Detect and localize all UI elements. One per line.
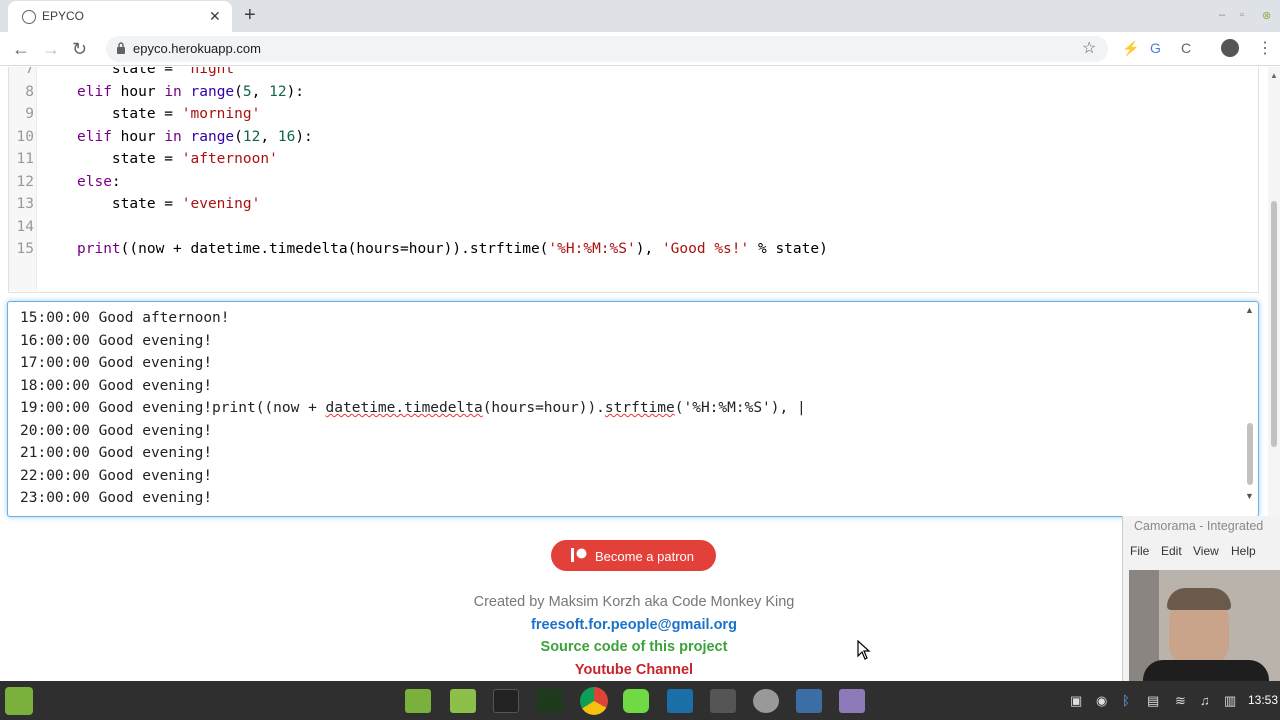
reload-icon[interactable]: ↻ bbox=[72, 38, 87, 60]
bluetooth-icon[interactable]: ᛒ bbox=[1122, 693, 1130, 708]
chrome-icon[interactable] bbox=[580, 687, 608, 715]
patreon-icon bbox=[571, 548, 587, 562]
output-console[interactable]: 15:00:00 Good afternoon! 16:00:00 Good ev… bbox=[7, 301, 1259, 517]
profile-avatar[interactable] bbox=[1221, 39, 1239, 57]
terminal-icon[interactable] bbox=[493, 689, 519, 713]
extension-bolt-icon[interactable]: ⚡ bbox=[1122, 40, 1139, 57]
patron-label: Become a patron bbox=[595, 549, 695, 564]
scroll-down-icon[interactable]: ▼ bbox=[1245, 491, 1254, 501]
output-line: 19:00:00 Good evening!print((now + datet… bbox=[20, 400, 806, 416]
output-scrollbar[interactable]: ▲ ▼ bbox=[1243, 303, 1257, 515]
wifi-icon[interactable]: ≋ bbox=[1175, 693, 1186, 709]
output-line: 18:00:00 Good evening! bbox=[20, 377, 213, 394]
code-text[interactable]: else: bbox=[77, 171, 121, 193]
camorama-menu-help[interactable]: Help bbox=[1231, 544, 1256, 558]
clipboard-icon[interactable]: ▥ bbox=[1224, 693, 1236, 709]
home-folder-icon[interactable] bbox=[450, 689, 476, 713]
camorama-window[interactable]: Camorama - Integrated File Edit View Hel… bbox=[1122, 516, 1280, 681]
code-text[interactable]: state = 'evening' bbox=[77, 193, 260, 215]
translate-icon[interactable]: G bbox=[1150, 40, 1161, 56]
line-number: 12 bbox=[16, 173, 34, 190]
code-editor-app-icon[interactable] bbox=[667, 689, 693, 713]
output-line: 16:00:00 Good evening! bbox=[20, 332, 213, 349]
camera-tray-icon[interactable]: ▣ bbox=[1070, 693, 1082, 709]
scroll-up-icon[interactable]: ▲ bbox=[1245, 305, 1254, 315]
url-text: epyco.herokuapp.com bbox=[133, 41, 261, 56]
page-scroll-thumb[interactable] bbox=[1271, 201, 1277, 447]
camorama-menu-edit[interactable]: Edit bbox=[1161, 544, 1182, 558]
lock-icon bbox=[117, 42, 125, 54]
youtube-channel-link[interactable]: Youtube Channel bbox=[0, 662, 1268, 678]
output-line: 20:00:00 Good evening! bbox=[20, 422, 213, 439]
output-line: 17:00:00 Good evening! bbox=[20, 355, 213, 371]
line-number: 15 bbox=[16, 241, 34, 257]
files-folder-icon[interactable] bbox=[405, 689, 431, 713]
new-tab-button[interactable]: + bbox=[244, 4, 256, 26]
clock: 13:53 bbox=[1248, 693, 1279, 707]
code-text[interactable]: elif hour in range(5, 12): bbox=[77, 81, 304, 103]
keyboard-layout-flag-icon[interactable]: ▤ bbox=[1147, 693, 1159, 709]
tab-strip: EPYCO ✕ + – ▫ ⊗ bbox=[0, 0, 1280, 32]
code-editor[interactable]: 7 state = 'night' 8 elif hour in range(5, … bbox=[8, 67, 1259, 293]
email-link[interactable]: freesoft.for.people@gmail.org bbox=[0, 617, 1268, 633]
become-patron-button[interactable]: Become a patron bbox=[551, 540, 716, 571]
output-line: 23:00:00 Good evening! bbox=[20, 490, 213, 506]
mouse-cursor-icon bbox=[857, 640, 871, 660]
extension-icon[interactable]: C bbox=[1181, 40, 1191, 56]
minimize-icon[interactable]: – bbox=[1219, 9, 1225, 21]
window-close-icon[interactable]: ⊗ bbox=[1262, 9, 1271, 22]
page-content: 7 state = 'night' 8 elif hour in range(5, … bbox=[0, 67, 1268, 681]
code-text[interactable]: print((now + datetime.timedelta(hours=ho… bbox=[77, 238, 828, 260]
calculator-icon[interactable] bbox=[710, 689, 736, 713]
text-editor-icon[interactable] bbox=[839, 689, 865, 713]
line-number: 11 bbox=[16, 151, 34, 167]
menu-kebab-icon[interactable]: ⋮ bbox=[1257, 38, 1273, 58]
address-bar[interactable]: epyco.herokuapp.com ☆ bbox=[106, 36, 1108, 62]
upwork-icon[interactable] bbox=[623, 689, 649, 713]
tab-epyco[interactable]: EPYCO ✕ bbox=[8, 1, 232, 32]
line-number: 10 bbox=[16, 128, 34, 145]
maximize-icon[interactable]: ▫ bbox=[1240, 9, 1244, 21]
mint-menu-icon[interactable] bbox=[5, 687, 33, 715]
code-text[interactable]: elif hour in range(12, 16): bbox=[77, 126, 313, 148]
camera-app-icon[interactable] bbox=[796, 689, 822, 713]
created-by-text: Created by Maksim Korzh aka Code Monkey … bbox=[473, 594, 795, 610]
camorama-menu-file[interactable]: File bbox=[1130, 544, 1149, 558]
output-line: 15:00:00 Good afternoon! bbox=[20, 310, 230, 326]
code-text[interactable]: state = 'afternoon' bbox=[77, 148, 278, 170]
source-code-link[interactable]: Source code of this project bbox=[0, 639, 1268, 655]
code-text[interactable]: state = 'morning' bbox=[77, 103, 260, 125]
output-line: 21:00:00 Good evening! bbox=[20, 445, 213, 461]
code-text[interactable]: state = 'night' bbox=[77, 67, 243, 80]
page-scroll-up-icon[interactable]: ▲ bbox=[1270, 71, 1278, 80]
camorama-title: Camorama - Integrated bbox=[1134, 519, 1264, 533]
scroll-thumb[interactable] bbox=[1247, 423, 1253, 485]
music-icon[interactable]: ♫ bbox=[1200, 693, 1210, 708]
bookmark-star-icon[interactable]: ☆ bbox=[1082, 38, 1096, 58]
back-icon[interactable]: ← bbox=[12, 38, 30, 60]
line-number: 8 bbox=[25, 83, 34, 100]
line-number: 7 bbox=[25, 67, 34, 77]
screenshot-tray-icon[interactable]: ◉ bbox=[1096, 693, 1107, 709]
globe-icon bbox=[22, 10, 36, 24]
system-monitor-icon[interactable] bbox=[537, 689, 563, 713]
line-number: 13 bbox=[16, 196, 34, 212]
forward-icon[interactable]: → bbox=[42, 38, 60, 60]
line-number: 9 bbox=[25, 106, 34, 122]
tab-title: EPYCO bbox=[42, 9, 85, 23]
users-app-icon[interactable] bbox=[753, 689, 779, 713]
line-number: 14 bbox=[16, 218, 34, 235]
browser-toolbar: ← → ↻ epyco.herokuapp.com ☆ ⚡ G C ⋮ bbox=[0, 32, 1280, 66]
camorama-menu-view[interactable]: View bbox=[1193, 544, 1219, 558]
output-line: 22:00:00 Good evening! bbox=[20, 467, 213, 484]
webcam-preview bbox=[1129, 570, 1280, 681]
tab-close-button[interactable]: ✕ bbox=[209, 7, 221, 25]
taskbar: ▣ ◉ ᛒ ▤ ≋ ♫ ▥ 13:53 bbox=[0, 681, 1280, 720]
